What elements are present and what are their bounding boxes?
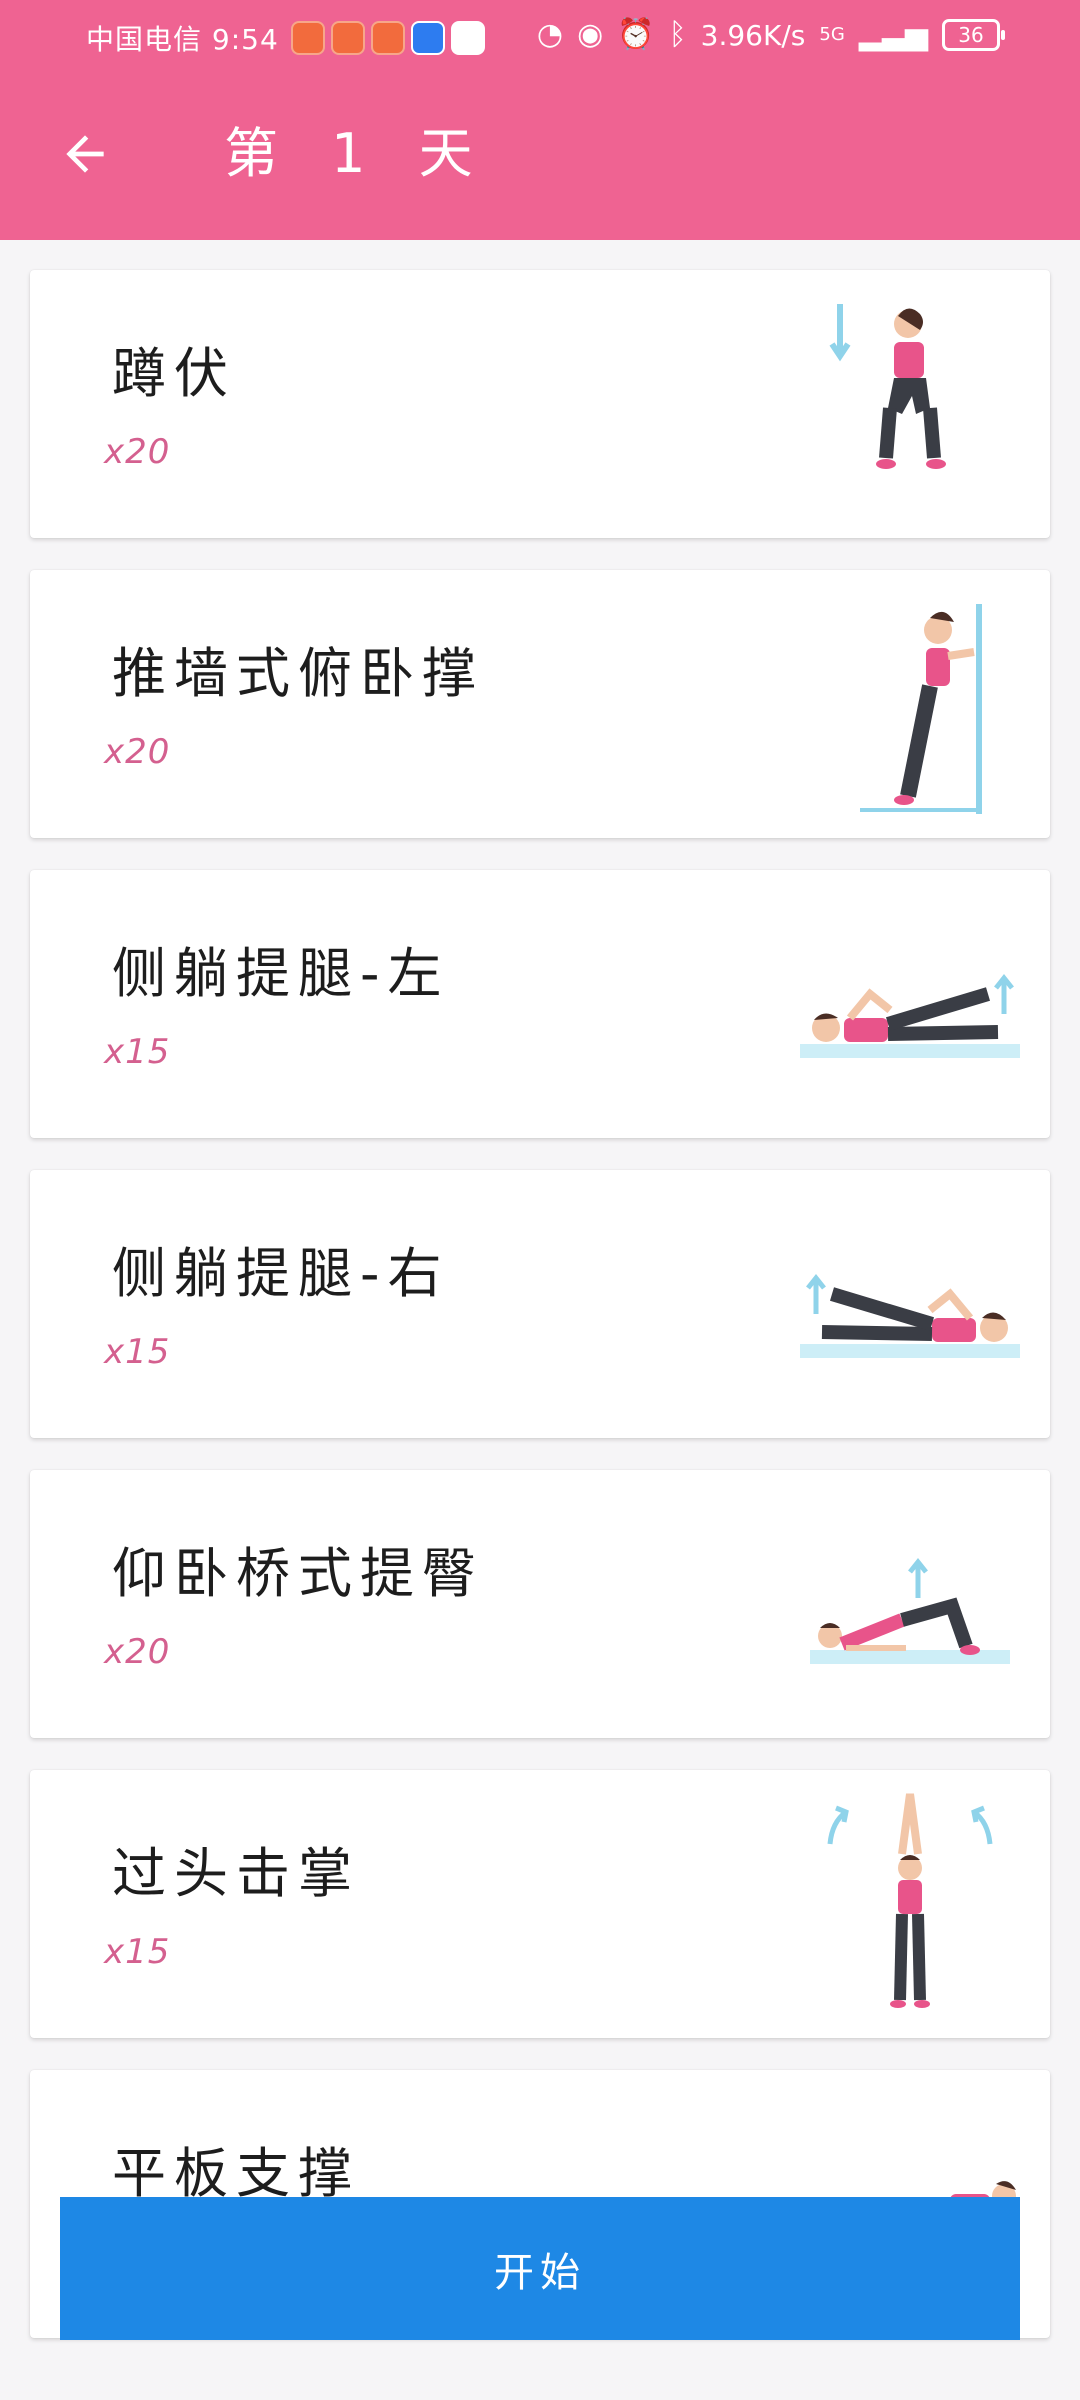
battery-icon: 36 (942, 19, 1005, 51)
carrier-time: 中国电信 9:54 (86, 23, 279, 56)
page-title: 第 1 天 (224, 122, 491, 185)
app-bar: 第 1 天 (0, 75, 1080, 240)
exercise-reps: x15 (104, 1332, 171, 1372)
app-notification-icon (370, 21, 405, 55)
signal-icon: ▂▃▅ (858, 17, 928, 52)
side-leg-lift-right-figure-icon (800, 1273, 1020, 1358)
exercise-reps: x15 (104, 1032, 171, 1072)
side-leg-lift-left-figure-icon (800, 973, 1020, 1058)
app-notification-icon (290, 21, 325, 55)
eye-icon: ◉ (577, 17, 604, 52)
exercise-card-wall-pushup[interactable]: 推墙式俯卧撑 x20 (30, 570, 1050, 838)
notification-icons (290, 21, 485, 55)
network-speed: 3.96K/s (700, 18, 806, 52)
exercise-reps: x20 (104, 732, 171, 772)
network-type: 5G (819, 24, 845, 45)
alarm-icon: ⏰ (617, 17, 655, 52)
status-bar: 中国电信 9:54 ◔ ◉ ⏰ ᛒ 3.96K/s 5G ▂▃▅ 36 (0, 0, 1080, 75)
exercise-card-squat[interactable]: 蹲伏 x20 (30, 270, 1050, 538)
status-right: ◔ ◉ ⏰ ᛒ 3.96K/s 5G ▂▃▅ 36 (536, 17, 1005, 52)
browser-notification-icon (410, 21, 445, 55)
glute-bridge-figure-icon (810, 1557, 1010, 1664)
overhead-clap-figure-icon (827, 1793, 993, 2008)
exercise-name: 侧躺提腿-右 (112, 1242, 450, 1305)
app-notification-icon (330, 21, 365, 55)
exercise-reps: x20 (104, 1632, 171, 1672)
exercise-card-side-leg-lift-right[interactable]: 侧躺提腿-右 x15 (30, 1170, 1050, 1438)
start-button[interactable]: 开始 (60, 2197, 1020, 2340)
exercise-name: 推墙式俯卧撑 (112, 642, 484, 705)
exercise-card-glute-bridge[interactable]: 仰卧桥式提臀 x20 (30, 1470, 1050, 1738)
exercise-name: 过头击掌 (112, 1842, 360, 1905)
back-button[interactable] (50, 119, 120, 189)
exercise-name: 侧躺提腿-左 (112, 942, 450, 1005)
bluetooth-icon: ᛒ (668, 17, 687, 52)
chat-notification-icon (450, 21, 485, 55)
wall-pushup-figure-icon (860, 604, 982, 814)
exercise-card-side-leg-lift-left[interactable]: 侧躺提腿-左 x15 (30, 870, 1050, 1138)
exercise-reps: x15 (104, 1932, 171, 1972)
status-left: 中国电信 9:54 (86, 18, 485, 58)
battery-level: 36 (958, 23, 984, 47)
exercise-name: 蹲伏 (112, 342, 236, 405)
exercise-card-overhead-clap[interactable]: 过头击掌 x15 (30, 1770, 1050, 2038)
speedometer-icon: ◔ (536, 17, 564, 52)
arrow-left-icon (66, 135, 104, 173)
exercise-name: 仰卧桥式提臀 (112, 1542, 484, 1605)
squat-figure-icon (829, 304, 946, 469)
exercise-reps: x20 (104, 432, 171, 472)
